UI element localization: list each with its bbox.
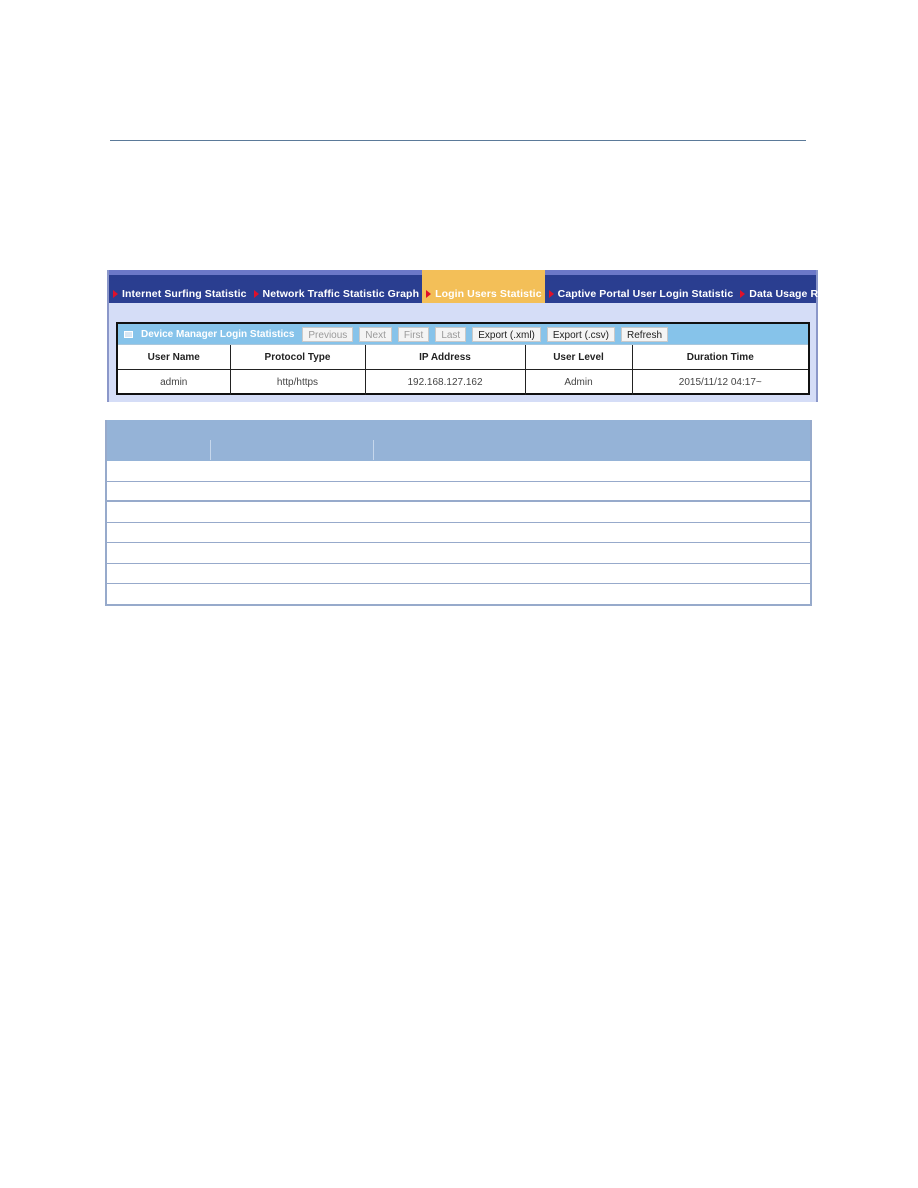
column-header-ip-address: IP Address xyxy=(365,345,526,370)
tab-data-usage-record[interactable]: Data Usage Record xyxy=(736,275,850,303)
export-xml-button[interactable]: Export (.xml) xyxy=(472,326,541,342)
cell-protocol-type: http/https xyxy=(230,369,366,395)
column-separator xyxy=(210,440,211,460)
cell-duration-time: 2015/11/12 04:17~ xyxy=(678,377,762,388)
cell-user-name: admin xyxy=(118,369,231,395)
login-statistics-box: Device Manager Login Statistics Previous… xyxy=(116,322,810,395)
document-table-row xyxy=(107,523,810,543)
tab-captive-portal-user-login-statistic[interactable]: Captive Portal User Login Statistic xyxy=(545,275,737,303)
column-header-protocol-type: Protocol Type xyxy=(230,345,366,370)
first-button[interactable]: First xyxy=(397,326,430,342)
refresh-button[interactable]: Refresh xyxy=(621,326,669,342)
document-table-row xyxy=(107,543,810,564)
table-row: admin http/https 192.168.127.162 Admin 2… xyxy=(118,369,808,395)
section-title: Device Manager Login Statistics xyxy=(141,328,295,340)
last-button[interactable]: Last xyxy=(435,326,467,342)
tab-internet-surfing-statistic[interactable]: Internet Surfing Statistic xyxy=(109,275,250,303)
document-table xyxy=(105,420,812,606)
tab-login-users-statistic[interactable]: Login Users Statistic xyxy=(422,270,545,303)
tab-label: Captive Portal User Login Statistic xyxy=(557,287,734,300)
next-button[interactable]: Next xyxy=(359,326,392,342)
arrow-right-icon xyxy=(548,289,554,298)
section-bullet-icon xyxy=(124,330,133,338)
tab-label: Internet Surfing Statistic xyxy=(122,287,247,300)
document-table-row xyxy=(107,584,810,605)
statistics-panel: Internet Surfing Statistic Network Traff… xyxy=(107,270,847,402)
document-table-row xyxy=(107,564,810,584)
cell-user-level: Admin xyxy=(525,369,633,395)
cell-ip-address: 192.168.127.162 xyxy=(365,369,526,395)
column-separator xyxy=(373,440,374,460)
column-header-user-level: User Level xyxy=(525,345,633,370)
document-table-row xyxy=(107,482,810,502)
tab-bar: Internet Surfing Statistic Network Traff… xyxy=(109,270,847,303)
export-csv-button[interactable]: Export (.csv) xyxy=(546,326,616,342)
tab-label: Data Usage Record xyxy=(749,287,848,300)
arrow-right-icon xyxy=(740,289,746,298)
column-header-duration-time: Duration Time xyxy=(632,345,808,370)
tab-network-traffic-statistic-graph[interactable]: Network Traffic Statistic Graph xyxy=(250,275,423,303)
tab-label: Network Traffic Statistic Graph xyxy=(262,287,420,300)
table-header-row: User Name Protocol Type IP Address User … xyxy=(118,345,808,370)
column-header-user-name: User Name xyxy=(118,345,231,370)
document-table-header xyxy=(107,420,810,461)
arrow-right-icon xyxy=(113,289,118,298)
tab-label: Login Users Statistic xyxy=(435,287,542,300)
previous-button[interactable]: Previous xyxy=(302,326,354,342)
document-table-row xyxy=(107,502,810,523)
arrow-right-icon xyxy=(253,289,259,298)
login-users-table: User Name Protocol Type IP Address User … xyxy=(118,345,808,395)
document-table-row xyxy=(107,461,810,482)
page-divider xyxy=(110,140,806,141)
arrow-right-icon xyxy=(426,289,432,298)
login-statistics-toolbar: Device Manager Login Statistics Previous… xyxy=(118,324,808,345)
